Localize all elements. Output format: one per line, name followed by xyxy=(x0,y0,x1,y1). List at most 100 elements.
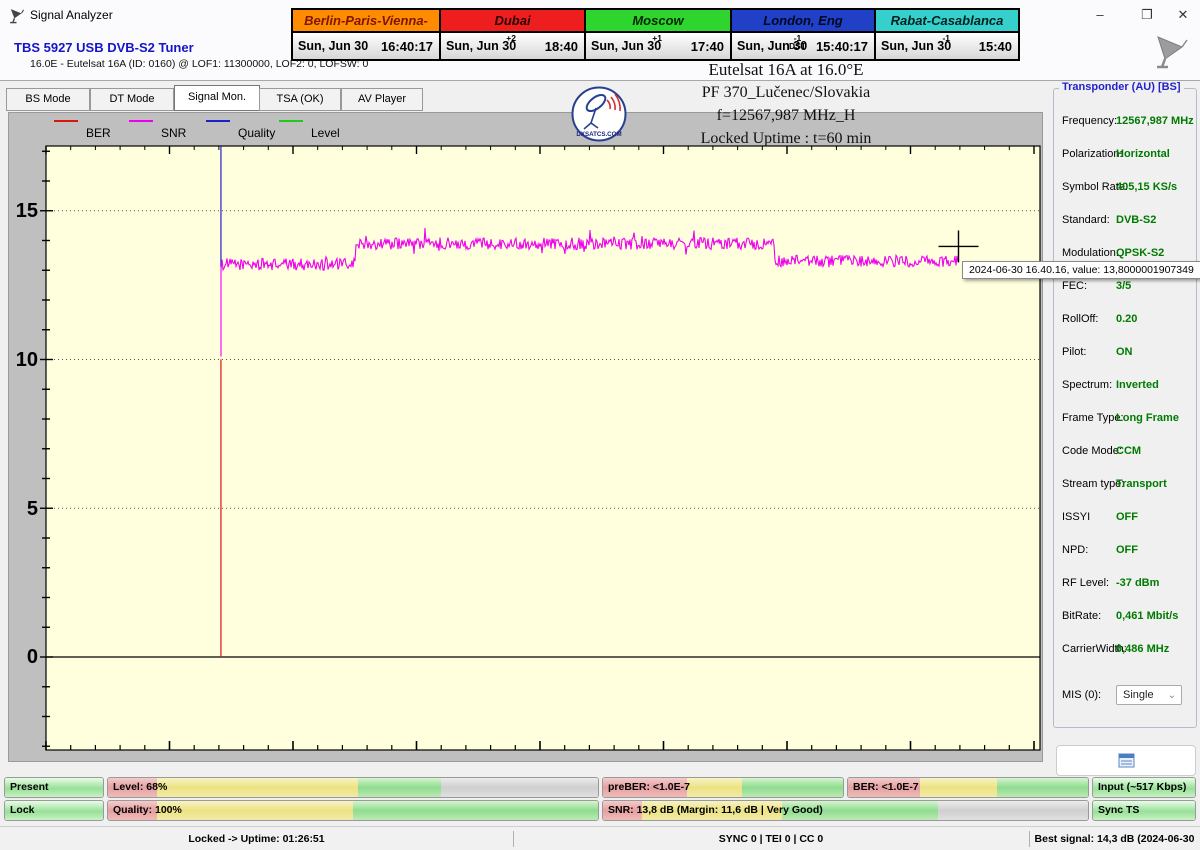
clock-time-display: Sun, Jun 30+218:40 xyxy=(441,33,584,59)
clock-date: Sun, Jun 30 xyxy=(591,39,661,53)
meter-input: Input (~517 Kbps) xyxy=(1092,777,1196,798)
legend-line-quality xyxy=(206,120,230,122)
meter-present: Present xyxy=(4,777,104,798)
legend-line-ber xyxy=(54,120,78,122)
status-sync-counters: SYNC 0 | TEI 0 | CC 0 xyxy=(513,827,1029,850)
tuner-title: TBS 5927 USB DVB-S2 Tuner xyxy=(14,40,194,55)
meter-quality-label: Quality: 100% xyxy=(113,801,182,820)
clock-rabat-casablanca: Rabat-CasablancaSun, Jun 30-115:40 xyxy=(876,10,1018,59)
transponder-modulation-label: Modulation: xyxy=(1062,247,1119,259)
status-best-signal: Best signal: 14,3 dB (2024-06-30 15:38) xyxy=(1029,827,1200,850)
meter-preber: preBER: <1.0E-7 xyxy=(602,777,844,798)
transponder-rolloff-label: RollOff: xyxy=(1062,313,1098,325)
meter-sync: Sync TS xyxy=(1092,800,1196,821)
meter-segment-yellow xyxy=(920,778,997,797)
meter-input-label: Input (~517 Kbps) xyxy=(1098,778,1186,797)
transponder-frequency-label: Frequency: xyxy=(1062,115,1117,127)
transponder-code-mode-value: CCM xyxy=(1116,445,1141,457)
clock-time: 16:40:17 xyxy=(381,39,433,54)
clock-time: 18:40 xyxy=(545,39,578,54)
transponder-polarization-label: Polarization: xyxy=(1062,148,1123,160)
transponder-panel-title: Transponder (AU) [BS] xyxy=(1059,81,1184,93)
satellite-name: Eutelsat 16A at 16.0°E xyxy=(586,60,986,80)
y-axis-label-5: 5 xyxy=(8,498,38,521)
transponder-polarization-value: Horizontal xyxy=(1116,148,1170,160)
meter-ber: BER: <1.0E-7 xyxy=(847,777,1089,798)
footer-separator xyxy=(513,831,514,847)
clock-time-display: Sun, Jun 30 16:40:17 xyxy=(293,33,439,59)
transponder-bitrate-label: BitRate: xyxy=(1062,610,1101,622)
meter-level-label: Level: 68% xyxy=(113,778,167,797)
clock-date: Sun, Jun 30 xyxy=(298,39,368,53)
tab-signal-mon[interactable]: Signal Mon. xyxy=(174,85,260,111)
dxsatcs-logo-text: DXSATCS.COM xyxy=(576,131,621,138)
clock-time-display: Sun, Jun 30-1DST15:40:17 xyxy=(732,33,874,59)
tab-bs-mode[interactable]: BS Mode xyxy=(6,88,90,111)
transponder-rf-level-label: RF Level: xyxy=(1062,577,1109,589)
meter-segment-yellow xyxy=(157,778,358,797)
clock-time-display: Sun, Jun 30-115:40 xyxy=(876,33,1018,59)
y-axis-label-15: 15 xyxy=(8,200,38,223)
clock-utc-offset: +1 xyxy=(652,34,662,42)
mis-dropdown-value: Single xyxy=(1123,689,1154,701)
legend-line-level xyxy=(279,120,303,122)
meter-segment-green xyxy=(997,778,1088,797)
clock-time: 15:40:17 xyxy=(816,39,868,54)
signal-analyzer-window: Signal Analyzer – ❐ ✕ TBS 5927 USB DVB-S… xyxy=(0,0,1200,850)
transponder-symbol-rate-value: 405,15 KS/s xyxy=(1116,181,1177,193)
minimize-button[interactable]: – xyxy=(1085,5,1115,25)
close-button[interactable]: ✕ xyxy=(1168,5,1198,25)
transponder-list-button[interactable] xyxy=(1056,745,1196,776)
transponder-rf-level-value: -37 dBm xyxy=(1116,577,1159,589)
meter-segment-gray xyxy=(441,778,598,797)
transponder-frame-type-value: Long Frame xyxy=(1116,412,1179,424)
transponder-stream-type-label: Stream type: xyxy=(1062,478,1124,490)
y-axis-label-10: 10 xyxy=(8,349,38,372)
clock-time: 15:40 xyxy=(979,39,1012,54)
clock-utc-offset: -1 xyxy=(942,34,950,42)
transponder-spectrum-value: Inverted xyxy=(1116,379,1159,391)
clock-london-eng: London, EngSun, Jun 30-1DST15:40:17 xyxy=(732,10,876,59)
legend-item-level: Level xyxy=(311,126,340,140)
y-axis-label-0: 0 xyxy=(8,646,38,669)
frequency-line: f=12567,987 MHz_H xyxy=(586,107,986,125)
transponder-bitrate-value: 0,461 Mbit/s xyxy=(1116,610,1178,622)
meter-lock: Lock xyxy=(4,800,104,821)
transponder-modulation-value: QPSK-S2 xyxy=(1116,247,1164,259)
tab-av-player[interactable]: AV Player xyxy=(341,88,423,111)
tab-dt-mode[interactable]: DT Mode xyxy=(90,88,174,111)
transponder-standard-value: DVB-S2 xyxy=(1116,214,1156,226)
legend-line-snr xyxy=(129,120,153,122)
meter-quality: Quality: 100% xyxy=(107,800,599,821)
tab-tsa-ok[interactable]: TSA (OK) xyxy=(259,88,341,111)
list-icon xyxy=(1118,753,1135,768)
transponder-npd-label: NPD: xyxy=(1062,544,1088,556)
meter-segment-yellow xyxy=(687,778,742,797)
meter-ber-label: BER: <1.0E-7 xyxy=(853,778,919,797)
clock-utc-offset: -1DST xyxy=(789,34,806,50)
meter-segment-green xyxy=(742,778,843,797)
meter-segment-yellow xyxy=(157,801,353,820)
clock-utc-offset: +2 xyxy=(506,34,516,42)
clock-time: 17:40 xyxy=(691,39,724,54)
meter-segment-gray xyxy=(938,801,1088,820)
legend-item-quality: Quality xyxy=(238,126,275,140)
clock-time-display: Sun, Jun 30+1 17:40 xyxy=(586,33,730,59)
transponder-npd-value: OFF xyxy=(1116,544,1138,556)
transponder-rolloff-value: 0.20 xyxy=(1116,313,1137,325)
meter-level: Level: 68% xyxy=(107,777,599,798)
mis-dropdown[interactable]: Single ⌄ xyxy=(1116,685,1182,705)
station-location: PF 370_Lučenec/Slovakia xyxy=(586,84,986,102)
signal-plot[interactable] xyxy=(40,140,1043,758)
maximize-button[interactable]: ❐ xyxy=(1132,5,1162,25)
transponder-frequency-value: 12567,987 MHz xyxy=(1116,115,1194,127)
meter-segment-green xyxy=(353,801,598,820)
meter-lock-label: Lock xyxy=(10,801,35,820)
status-uptime: Locked -> Uptime: 01:26:51 xyxy=(0,827,513,850)
window-title: Signal Analyzer xyxy=(30,8,113,22)
transponder-pilot-label: Pilot: xyxy=(1062,346,1086,358)
clock-city-label: Dubai xyxy=(441,10,584,33)
legend-item-ber: BER xyxy=(86,126,111,140)
transponder-issyi-value: OFF xyxy=(1116,511,1138,523)
cursor-tooltip: 2024-06-30 16.40.16, value: 13,800000190… xyxy=(962,261,1200,279)
